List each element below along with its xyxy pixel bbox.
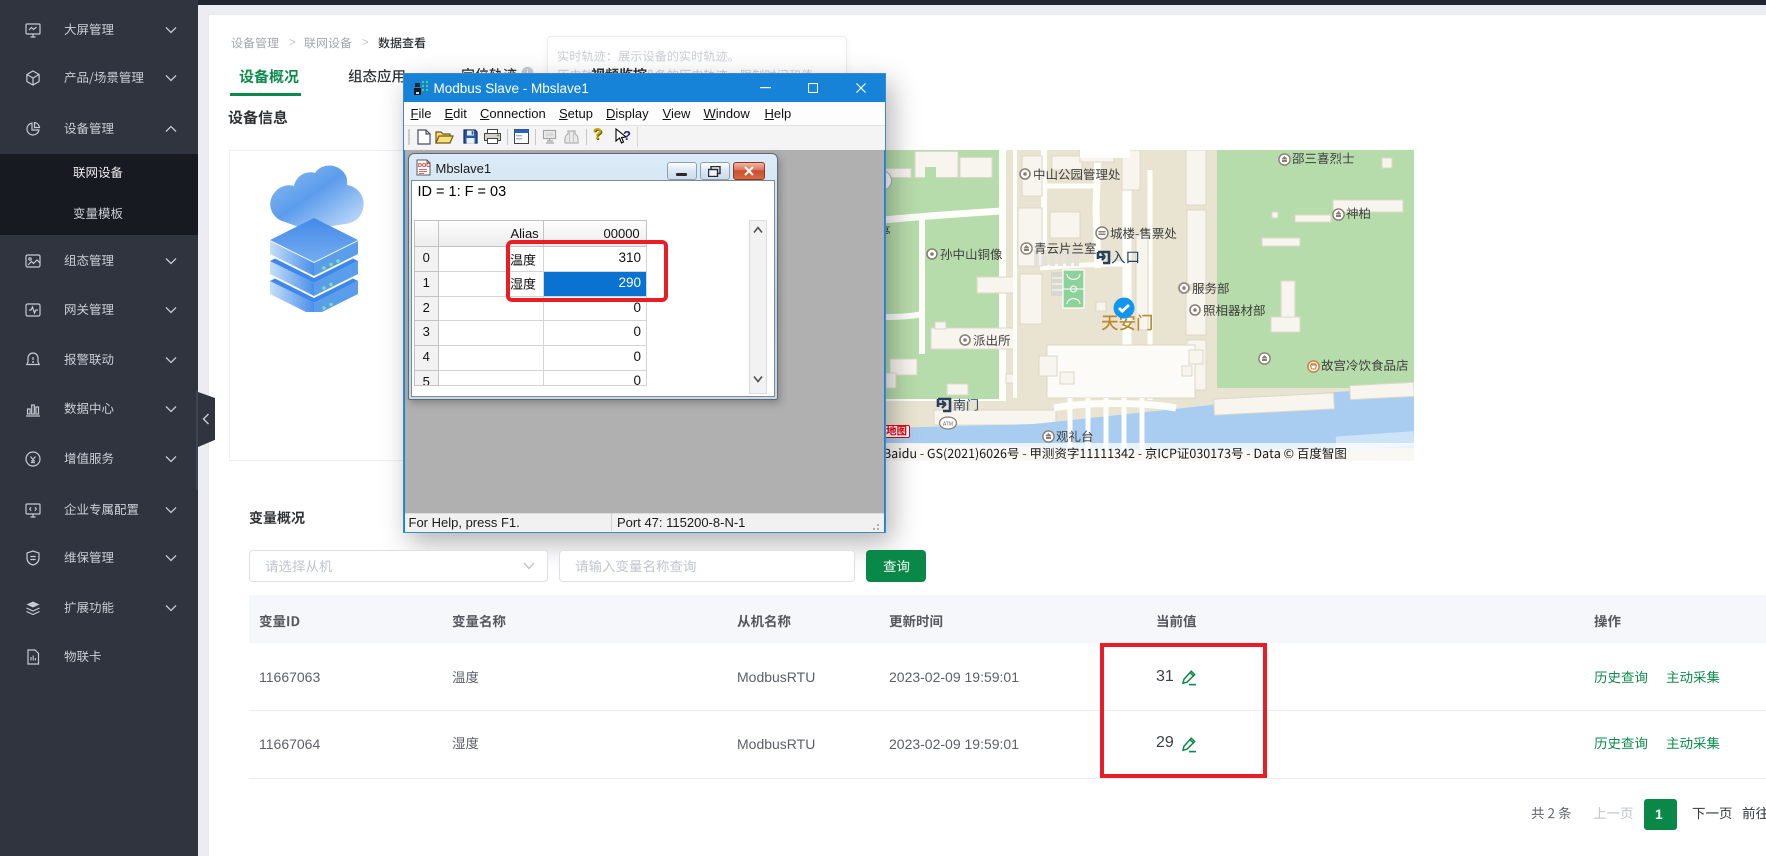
svg-text:?: ? xyxy=(623,128,631,143)
svg-text:DOC: DOC xyxy=(418,163,430,169)
svg-text:ATM: ATM xyxy=(943,421,953,427)
